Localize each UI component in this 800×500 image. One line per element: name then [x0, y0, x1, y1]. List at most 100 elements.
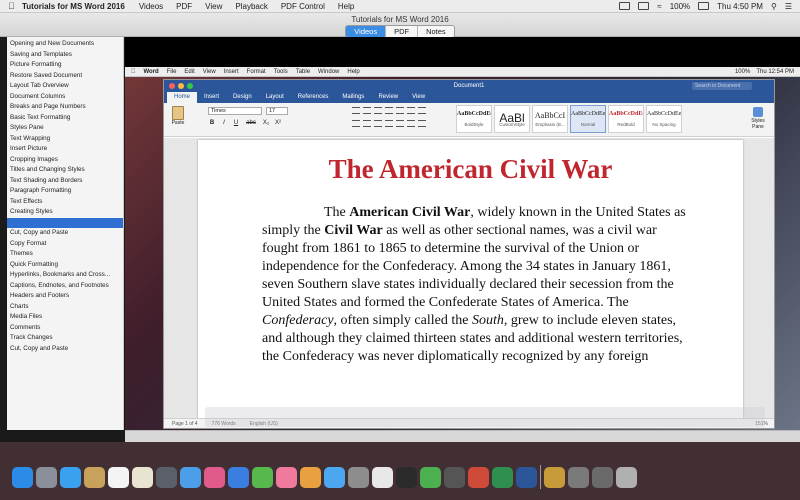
mission-control-icon[interactable] [156, 466, 177, 488]
lesson-item[interactable]: Headers and Footers [7, 291, 123, 302]
ibooks-icon[interactable] [300, 466, 321, 488]
menu-pdf[interactable]: PDF [176, 2, 192, 11]
lesson-list[interactable]: Opening and New Documents Saving and Temp… [7, 37, 124, 430]
screenflow-icon[interactable] [444, 466, 465, 488]
lesson-item[interactable]: Hyperlinks, Bookmarks and Cross... [7, 270, 123, 281]
ribbon-tab-review: Review [378, 94, 399, 100]
lesson-item[interactable]: Text Shading and Borders [7, 176, 123, 187]
menu-videos[interactable]: Videos [139, 2, 163, 11]
word-icon[interactable] [516, 466, 537, 488]
ribbon-tab-design: Design [233, 94, 252, 100]
lesson-item[interactable]: Media Files [7, 312, 123, 323]
lesson-item[interactable]: Track Changes [7, 333, 123, 344]
lesson-item[interactable]: Text Effects [7, 197, 123, 208]
lesson-item[interactable]: Creating Styles [7, 207, 123, 218]
documents-stack-icon[interactable] [568, 466, 589, 488]
launchpad-icon[interactable] [36, 466, 57, 488]
screen-icon[interactable] [619, 2, 631, 10]
trash-icon[interactable] [616, 466, 637, 488]
lesson-item[interactable]: Document Columns [7, 92, 123, 103]
video-menu-insert: Insert [219, 68, 239, 75]
facetime-icon[interactable] [228, 466, 249, 488]
video-player[interactable]:  Word File Edit View Insert Format Tool… [125, 37, 800, 430]
lesson-item[interactable]: Picture Formatting [7, 60, 123, 71]
airplay-icon[interactable] [638, 2, 650, 10]
lesson-item[interactable] [7, 217, 123, 228]
maps-icon[interactable] [252, 466, 273, 488]
finder-icon[interactable] [12, 466, 33, 488]
powerpoint-icon[interactable] [468, 466, 489, 488]
ribbon-tab-view: View [412, 94, 426, 100]
menu-help[interactable]: Help [338, 2, 354, 11]
lesson-item[interactable]: Charts [7, 302, 123, 313]
calendar-icon[interactable] [108, 466, 129, 488]
tab-pdf[interactable]: PDF [386, 26, 419, 37]
lesson-item[interactable]: Copy Format [7, 239, 123, 250]
lesson-item[interactable]: Quick Formatting [7, 260, 123, 271]
paste-label: Paste [171, 120, 185, 126]
messages-icon[interactable] [180, 466, 201, 488]
folder-stack-icon[interactable] [592, 466, 613, 488]
notes-icon[interactable] [132, 466, 153, 488]
itunes-icon[interactable] [276, 466, 297, 488]
system-preferences-icon[interactable] [348, 466, 369, 488]
lesson-item[interactable]: Themes [7, 249, 123, 260]
lesson-item[interactable]: Titles and Changing Styles [7, 165, 123, 176]
downloads-stack-icon[interactable] [544, 466, 565, 488]
lesson-item[interactable]: Opening and New Documents [7, 39, 123, 50]
menu-view[interactable]: View [205, 2, 222, 11]
minimize-icon [178, 83, 184, 89]
system-menubar:  Tutorials for MS Word 2016 Videos PDF … [0, 0, 800, 13]
video-menu-window: Window [313, 68, 339, 75]
lesson-item[interactable]: Captions, Endnotes, and Footnotes [7, 281, 123, 292]
shading-icon [407, 120, 415, 127]
photos-icon[interactable] [204, 466, 225, 488]
lesson-item[interactable]: Cut, Copy and Paste [7, 344, 123, 355]
video-letterbox [125, 37, 800, 67]
superscript-button: X² [275, 120, 281, 126]
lesson-item[interactable]: Layout Tab Overview [7, 81, 123, 92]
document-title: The American Civil War [328, 154, 613, 184]
strikethrough-button: abc [246, 120, 256, 126]
lesson-item[interactable]: Breaks and Page Numbers [7, 102, 123, 113]
lesson-item[interactable]: Restore Saved Document [7, 71, 123, 82]
subscript-button: X₂ [262, 120, 270, 126]
lesson-item[interactable]: Cut, Copy and Paste [7, 228, 123, 239]
search-icon[interactable]: ⚲ [771, 2, 777, 11]
bold-button: B [209, 120, 215, 126]
lesson-item[interactable]: Text Wrapping [7, 134, 123, 145]
lesson-item[interactable]: Comments [7, 323, 123, 334]
paste-button: Paste [169, 106, 187, 126]
excel-icon[interactable] [492, 466, 513, 488]
menu-app-name[interactable]: Tutorials for MS Word 2016 [22, 2, 125, 11]
menu-pdf-control[interactable]: PDF Control [281, 2, 325, 11]
document-page: The American Civil War The American Civi… [198, 140, 743, 420]
lesson-item[interactable]: Paragraph Formatting [7, 186, 123, 197]
lesson-item[interactable]: Cropping Images [7, 155, 123, 166]
battery-icon[interactable] [698, 2, 710, 10]
notification-center-icon[interactable]: ☰ [785, 2, 792, 11]
lesson-item[interactable]: Saving and Templates [7, 50, 123, 61]
player-controls[interactable] [125, 430, 800, 442]
battery-percent[interactable]: 100% [670, 2, 690, 11]
lesson-item[interactable]: Insert Picture [7, 144, 123, 155]
styles-pane-icon [753, 107, 763, 117]
ribbon-tab-references: References [297, 94, 329, 100]
tab-videos[interactable]: Videos [346, 26, 387, 37]
app-store-icon[interactable] [324, 466, 345, 488]
contacts-icon[interactable] [84, 466, 105, 488]
camtasia-icon[interactable] [420, 466, 441, 488]
lesson-item[interactable]: Styles Pane [7, 123, 123, 134]
apple-icon[interactable]:  [8, 1, 22, 11]
menu-playback[interactable]: Playback [235, 2, 267, 11]
lesson-item[interactable]: Basic Text Formatting [7, 113, 123, 124]
tab-notes[interactable]: Notes [418, 26, 454, 37]
clock[interactable]: Thu 4:50 PM [717, 2, 763, 11]
sort-icon [407, 107, 415, 114]
paragraph-buttons-row2 [352, 120, 426, 127]
safari-icon[interactable] [60, 466, 81, 488]
styles-gallery: AaBbCcDdEe BoldStyle AaBl CustomStyle Aa… [456, 105, 682, 133]
wifi-icon[interactable]: ≈ [657, 2, 661, 11]
chrome-icon[interactable] [372, 466, 393, 488]
terminal-icon[interactable] [396, 466, 417, 488]
